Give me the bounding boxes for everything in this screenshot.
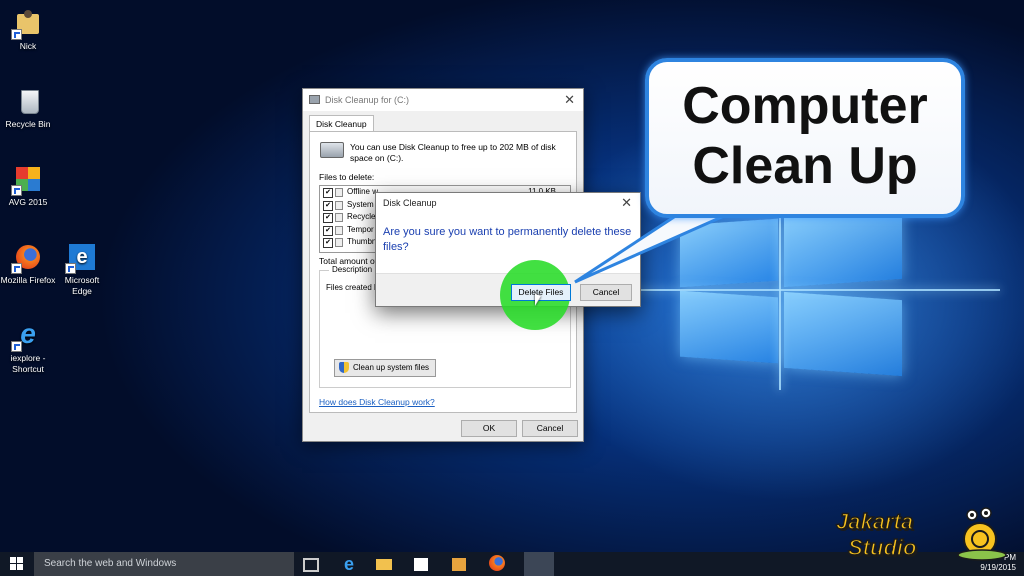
- task-view-icon[interactable]: [303, 558, 319, 572]
- edge-taskbar-icon[interactable]: e: [340, 555, 358, 573]
- tab-disk-cleanup[interactable]: Disk Cleanup: [309, 115, 374, 132]
- checkbox[interactable]: ✔: [323, 238, 333, 248]
- file-icon: [335, 200, 343, 210]
- help-link[interactable]: How does Disk Cleanup work?: [319, 397, 435, 407]
- file-name: Recycle: [347, 212, 376, 221]
- dialog-cancel-button[interactable]: Cancel: [580, 284, 632, 301]
- file-name: Offline w: [347, 187, 378, 196]
- callout-text: Computer Clean Up: [649, 62, 961, 196]
- avg-icon: [11, 164, 43, 196]
- file-name: Thumbn: [347, 237, 377, 246]
- firefox-icon: [11, 242, 43, 274]
- windows-icon: [10, 557, 16, 563]
- logo-word-2: Studio: [847, 534, 917, 561]
- dialog-title: Disk Cleanup: [383, 198, 437, 208]
- description-legend: Description: [329, 265, 376, 274]
- drive-icon: [320, 142, 344, 158]
- button-label: Clean up system files: [353, 363, 430, 372]
- desktop-icon-label: Nick: [19, 41, 37, 51]
- desktop-icon-label: Microsoft Edge: [64, 275, 100, 296]
- desktop-icon-label: Mozilla Firefox: [0, 275, 56, 285]
- file-name: Tempor: [347, 224, 374, 234]
- shield-icon: [339, 362, 349, 373]
- recycle-icon: [335, 213, 343, 222]
- close-icon[interactable]: ✕: [621, 195, 632, 211]
- callout-line-1: Computer: [682, 77, 928, 135]
- desktop-icon-iexplore[interactable]: e iexplore - Shortcut: [0, 320, 56, 375]
- store-icon[interactable]: [414, 558, 428, 571]
- file-icon: [335, 238, 343, 247]
- edge-icon: e: [65, 242, 97, 274]
- window-title: Disk Cleanup for (C:): [325, 95, 410, 105]
- callout-bubble: Computer Clean Up: [645, 58, 965, 218]
- firefox-taskbar-icon[interactable]: [489, 555, 505, 571]
- media-icon[interactable]: [452, 558, 466, 571]
- file-name: System: [347, 199, 374, 209]
- desktop-icon-label: iexplore - Shortcut: [10, 353, 46, 374]
- light-beam: [779, 200, 781, 390]
- close-icon[interactable]: ✕: [564, 92, 575, 108]
- cancel-button[interactable]: Cancel: [522, 420, 578, 437]
- files-to-delete-label: Files to delete:: [319, 172, 375, 182]
- desktop-icon-recycle-bin[interactable]: Recycle Bin: [0, 86, 56, 130]
- recycle-bin-icon: [13, 86, 43, 116]
- windows-logo-pane: [784, 208, 902, 288]
- disk-cleanup-taskbar-icon[interactable]: [524, 552, 554, 576]
- ok-button[interactable]: OK: [461, 420, 517, 437]
- file-explorer-icon[interactable]: [376, 559, 392, 570]
- checkbox[interactable]: ✔: [323, 188, 333, 198]
- desktop-icon-label: Recycle Bin: [5, 119, 51, 129]
- checkbox[interactable]: ✔: [323, 213, 333, 223]
- desktop-icon-avg[interactable]: AVG 2015: [0, 164, 56, 208]
- windows-logo-pane: [784, 291, 902, 377]
- logo-word-1: Jakarta: [835, 508, 914, 535]
- file-icon: [335, 188, 343, 197]
- desktop-icon-nick[interactable]: Nick: [0, 8, 56, 52]
- snail-mascot-icon: [957, 507, 1007, 561]
- checkbox[interactable]: ✔: [323, 200, 333, 211]
- windows-logo-pane: [680, 218, 778, 288]
- confirm-message: Are you sure you want to permanently del…: [383, 226, 632, 253]
- desktop-icon-label: AVG 2015: [8, 197, 48, 207]
- disk-cleanup-icon: [309, 95, 320, 104]
- file-icon: [335, 225, 343, 235]
- clean-up-system-files-button[interactable]: Clean up system files: [334, 359, 437, 377]
- desktop-icon-firefox[interactable]: Mozilla Firefox: [0, 242, 56, 286]
- window-titlebar[interactable]: Disk Cleanup for (C:) ✕: [303, 89, 583, 111]
- checkbox[interactable]: ✔: [323, 225, 333, 236]
- start-button[interactable]: [0, 552, 34, 576]
- description-text: Files created b: [326, 283, 379, 292]
- callout-line-2: Clean Up: [692, 137, 918, 195]
- desktop-icon-edge[interactable]: e Microsoft Edge: [54, 242, 110, 297]
- intro-text: You can use Disk Cleanup to free up to 2…: [350, 142, 556, 163]
- user-folder-icon: [11, 8, 43, 40]
- windows-logo-pane: [680, 290, 778, 364]
- search-input[interactable]: Search the web and Windows: [34, 552, 294, 576]
- internet-explorer-icon: e: [11, 320, 43, 352]
- jakarta-studio-logo: Jakarta Studio: [835, 505, 1016, 565]
